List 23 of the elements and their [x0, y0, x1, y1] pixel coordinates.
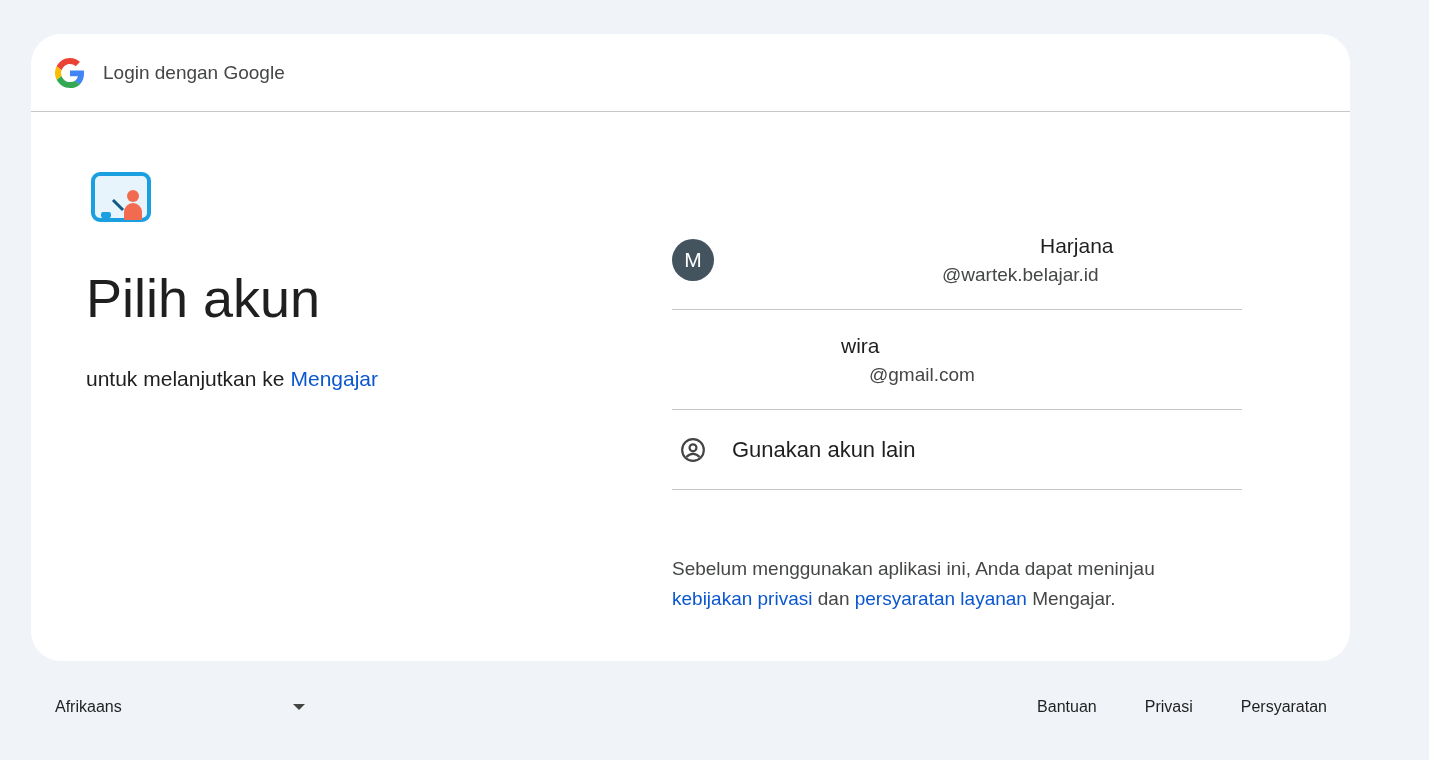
account-circle-icon [680, 436, 706, 463]
account-email: @gmail.com [869, 363, 975, 386]
caret-icon [293, 704, 305, 710]
use-another-account-item[interactable]: Gunakan akun lain [672, 410, 1242, 490]
account-item[interactable]: M Harjana @wartek.belajar.id [672, 210, 1242, 310]
footer-link[interactable]: Persyaratan [1240, 698, 1327, 716]
avatar-circle: M [672, 238, 714, 281]
teacher-board-icon [91, 172, 151, 222]
account-item[interactable]: wira @gmail.com [672, 310, 1242, 410]
page-heading: Pilih akun [86, 267, 322, 330]
language-dropdown[interactable]: Afrikaans [55, 694, 305, 720]
account-name: Harjana [1040, 233, 1114, 258]
account-email: @wartek.belajar.id [942, 263, 1100, 286]
policy-link[interactable]: persyaratan layanan [854, 588, 1027, 609]
header-title: Login dengan Google [103, 61, 285, 84]
footer-link[interactable]: Privasi [1144, 698, 1193, 716]
google-logo-icon [55, 57, 85, 88]
policy-link[interactable]: kebijakan privasi [672, 588, 813, 609]
subtitle-text: untuk melanjutkan ke [86, 366, 285, 391]
app-link[interactable]: Mengajar [290, 366, 379, 391]
account-name: wira [841, 333, 881, 358]
consent-text: Sebelum menggunakan aplikasi ini, Anda dapat meninjau kebijakan privasi dan persyaratan layanan Mengajar. [672, 557, 1156, 611]
footer-link[interactable]: Bantuan [1037, 698, 1097, 716]
